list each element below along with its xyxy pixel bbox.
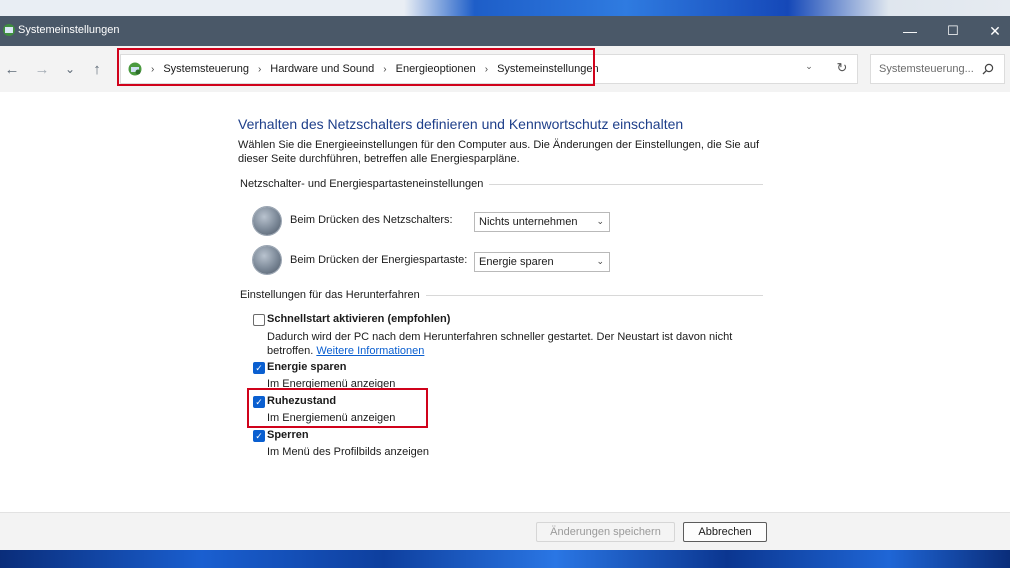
up-button[interactable]: ↑ [86,58,108,80]
footer-bar: Änderungen speichern Abbrechen [0,512,1010,551]
hibernate-highlight-box [247,388,428,428]
forward-button[interactable]: → [31,58,53,80]
chevron-down-icon[interactable]: ⌄ [801,61,817,77]
breadcrumb-highlight-box [117,48,595,86]
chevron-down-icon: ⌄ [596,256,604,266]
cancel-button[interactable]: Abbrechen [683,522,767,542]
search-placeholder: Systemsteuerung... [879,63,974,75]
search-icon [982,63,994,75]
desktop-wallpaper-top [0,0,1010,16]
shutdown-section-title: Einstellungen für das Herunterfahren [240,289,426,301]
sleep-button-action-select[interactable]: Energie sparen ⌄ [474,252,610,272]
chevron-down-icon: ⌄ [596,216,604,226]
title-bar: Systemeinstellungen — ☐ ✕ [0,16,1010,46]
sleep-button-icon [253,246,281,274]
address-row: ← → ⌄ ↑ › Systemsteuerung › Hardware und… [0,46,1010,92]
save-changes-button[interactable]: Änderungen speichern [536,522,675,542]
refresh-icon[interactable]: ↻ [833,60,851,78]
sleep-button-action-value: Energie sparen [479,256,554,268]
power-button-icon [253,207,281,235]
fast-startup-description: Dadurch wird der PC nach dem Herunterfah… [267,330,747,358]
fast-startup-label: Schnellstart aktivieren (empfohlen) [267,313,451,325]
main-content: Verhalten des Netzschalters definieren u… [0,92,1010,512]
desktop-wallpaper-bottom [0,550,1010,568]
sleep-button-label: Beim Drücken der Energiespartaste: [290,254,468,266]
search-input[interactable]: Systemsteuerung... [870,54,1005,84]
lock-description: Im Menü des Profilbilds anzeigen [267,446,430,458]
window-title: Systemeinstellungen [18,24,120,36]
power-button-label: Beim Drücken des Netzschalters: [290,214,453,226]
sleep-checkbox[interactable]: ✓ [253,362,265,374]
fast-startup-checkbox[interactable] [253,314,265,326]
page-intro: Wählen Sie die Energieeinstellungen für … [238,139,760,165]
back-button[interactable]: ← [1,58,23,80]
power-button-action-value: Nichts unternehmen [479,216,578,228]
power-buttons-section-title: Netzschalter- und Energiespartasteneinst… [240,178,490,190]
control-panel-icon [3,24,15,36]
page-title: Verhalten des Netzschalters definieren u… [238,116,684,132]
sleep-label: Energie sparen [267,361,347,373]
maximize-button[interactable]: ☐ [933,16,973,46]
power-button-action-select[interactable]: Nichts unternehmen ⌄ [474,212,610,232]
minimize-button[interactable]: — [890,16,930,46]
lock-checkbox[interactable]: ✓ [253,430,265,442]
lock-label: Sperren [267,429,309,441]
control-panel-window: Systemeinstellungen — ☐ ✕ ← → ⌄ ↑ › Syst… [0,16,1010,551]
recent-locations-button[interactable]: ⌄ [59,58,81,80]
close-button[interactable]: ✕ [975,16,1010,46]
more-info-link[interactable]: Weitere Informationen [316,345,424,357]
